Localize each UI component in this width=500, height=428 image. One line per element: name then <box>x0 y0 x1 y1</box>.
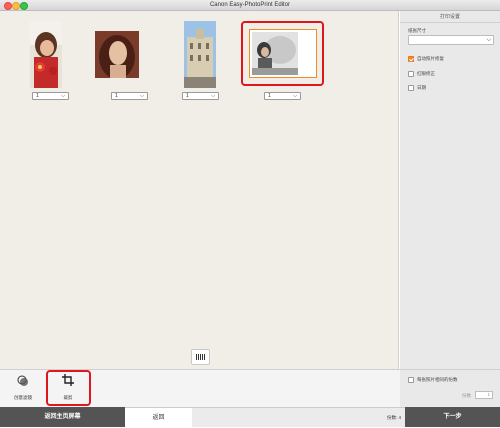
girl-photo-image <box>30 21 62 88</box>
option-label: 红眼修正 <box>417 71 435 76</box>
quantity-select[interactable]: 1 ⌵ <box>32 92 69 100</box>
chevron-down-icon: ⌵ <box>61 93 65 99</box>
title-bar: Canon Easy-PhotoPrint Editor <box>0 0 500 11</box>
copies-label: 份数 <box>462 393 471 398</box>
creative-filter-icon <box>17 375 28 386</box>
panel-header: 打印设置 <box>400 11 500 23</box>
building-photo-image <box>184 21 216 88</box>
quantity-select[interactable]: 1 ⌵ <box>111 92 148 100</box>
option-label: 日期 <box>417 85 426 90</box>
copies-panel: 每张照片相同的份数 份数 <box>400 369 500 407</box>
quantity-value: 1 <box>115 93 118 99</box>
list-view-button[interactable] <box>191 349 210 365</box>
auto-photo-fix-option[interactable]: 自动照片修复 <box>408 55 444 63</box>
print-count: 份数: 4 <box>386 415 401 420</box>
photo-thumbnail[interactable] <box>30 21 62 88</box>
selection-highlight <box>241 21 324 86</box>
copies-input[interactable]: 1 <box>475 391 493 399</box>
photo-thumbnail[interactable] <box>184 21 216 88</box>
creative-filter-label: 创意滤镜 <box>14 395 32 400</box>
bottom-nav: 返回主页屏幕 返回 份数: 4 下一步 <box>0 407 500 427</box>
chevron-down-icon: ⌵ <box>486 37 491 43</box>
date-option[interactable]: 日期 <box>408 84 426 92</box>
paper-size-select[interactable]: ⌵ <box>408 35 494 45</box>
window-title: Canon Easy-PhotoPrint Editor <box>209 2 291 8</box>
same-copies-option[interactable]: 每张照片相同的份数 <box>408 376 458 384</box>
red-eye-option[interactable]: 红眼修正 <box>408 70 435 78</box>
photo-thumbnail[interactable] <box>95 31 139 78</box>
return-home-button[interactable]: 返回主页屏幕 <box>0 407 125 427</box>
paper-size-label: 纸张尺寸 <box>408 28 426 33</box>
quantity-value: 1 <box>36 93 39 99</box>
red-eye-checkbox[interactable] <box>408 71 414 77</box>
quantity-value: 1 <box>186 93 189 99</box>
list-view-icon <box>196 354 205 360</box>
option-label: 自动照片修复 <box>417 56 444 61</box>
same-copies-label: 每张照片相同的份数 <box>417 377 458 382</box>
auto-photo-fix-checkbox[interactable] <box>408 56 414 62</box>
woman-photo-image <box>95 31 139 78</box>
creative-filter-tool[interactable]: 创意滤镜 <box>10 373 36 403</box>
same-copies-checkbox[interactable] <box>408 377 414 383</box>
chevron-down-icon: ⌵ <box>293 93 297 99</box>
date-checkbox[interactable] <box>408 85 414 91</box>
crop-highlight <box>46 370 91 406</box>
back-button[interactable]: 返回 <box>125 407 192 427</box>
chevron-down-icon: ⌵ <box>211 93 215 99</box>
quantity-select[interactable]: 1 ⌵ <box>182 92 219 100</box>
chevron-down-icon: ⌵ <box>140 93 144 99</box>
quantity-value: 1 <box>268 93 271 99</box>
print-settings-panel: 打印设置 纸张尺寸 ⌵ 自动照片修复 红眼修正 日期 <box>400 11 500 369</box>
next-button[interactable]: 下一步 <box>405 407 500 427</box>
status-area: 份数: 4 <box>192 407 405 427</box>
quantity-select[interactable]: 1 ⌵ <box>264 92 301 100</box>
